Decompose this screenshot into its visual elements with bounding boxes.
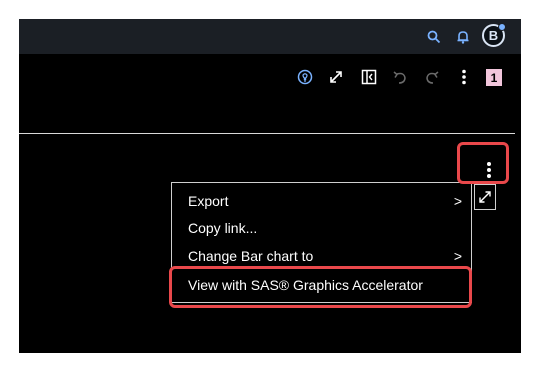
chevron-right-icon: > <box>453 193 462 209</box>
undo-icon[interactable] <box>390 67 410 87</box>
avatar-initial: B <box>488 28 499 43</box>
expand-icon[interactable] <box>326 67 346 87</box>
menu-item-export[interactable]: Export > <box>188 188 468 214</box>
avatar-status-dot <box>498 23 506 31</box>
lightbulb-icon[interactable] <box>295 67 315 87</box>
avatar[interactable]: B <box>482 23 506 47</box>
maximize-button[interactable] <box>474 184 496 210</box>
chevron-right-icon: > <box>453 248 462 264</box>
top-bar: B <box>19 19 521 54</box>
panel-toggle-icon[interactable] <box>359 67 379 87</box>
menu-item-copy-link[interactable]: Copy link... <box>188 215 468 241</box>
divider <box>19 133 515 134</box>
more-options-icon[interactable] <box>454 67 474 87</box>
menu-item-label: Export <box>188 193 229 209</box>
menu-item-view-graphics-accelerator[interactable]: View with SAS® Graphics Accelerator <box>188 272 468 298</box>
bell-icon[interactable] <box>452 26 474 48</box>
menu-item-change-chart-type[interactable]: Change Bar chart to > <box>188 243 468 269</box>
menu-item-label: Change Bar chart to <box>188 248 314 264</box>
menu-item-label: Copy link... <box>188 220 258 236</box>
maximize-icon <box>479 191 491 203</box>
more-options-icon <box>487 162 491 178</box>
search-icon[interactable] <box>423 26 445 48</box>
menu-item-label: View with SAS® Graphics Accelerator <box>188 277 423 293</box>
redo-icon[interactable] <box>422 67 442 87</box>
context-menu: Export > Copy link... Change Bar chart t… <box>171 182 472 303</box>
app-window: B 1 Export > Copy link... Change Bar cha… <box>19 19 521 353</box>
page-number-badge[interactable]: 1 <box>486 69 502 86</box>
object-more-options-button[interactable] <box>474 156 504 184</box>
